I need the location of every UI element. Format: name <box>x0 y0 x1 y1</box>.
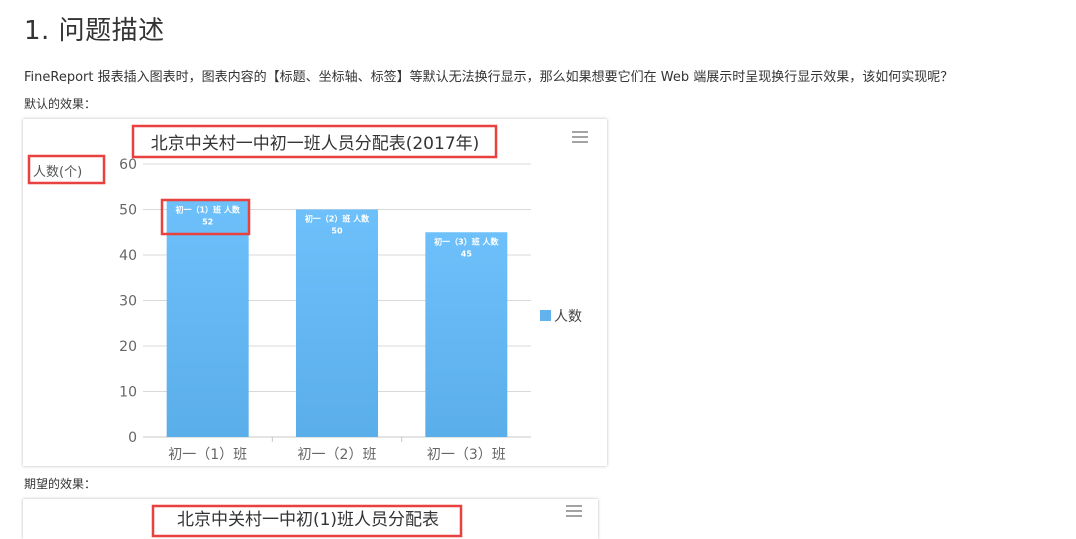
chart-title: 北京中关村一中初一班人员分配表(2017年) <box>151 134 480 154</box>
bar[interactable] <box>166 200 249 437</box>
bar[interactable] <box>296 209 378 438</box>
hamburger-menu-icon[interactable] <box>571 130 589 143</box>
legend-label: 人数 <box>554 309 582 325</box>
hamburger-menu-icon[interactable] <box>566 505 582 517</box>
x-tick-label: 初一（2）班 <box>298 446 377 463</box>
legend[interactable]: 人数 <box>540 309 582 325</box>
data-label-value: 50 <box>331 227 343 236</box>
y-tick-label: 60 <box>119 157 137 173</box>
default-chart-card: 0 10 20 30 40 50 60 初一（1）班 初一（2）班 初一（3）班 初一（1）班 … <box>23 119 607 466</box>
y-tick-label: 30 <box>119 294 137 310</box>
y-tick-label: 40 <box>119 248 137 264</box>
y-axis-label: 人数(个) <box>33 165 82 180</box>
default-bar-chart: 0 10 20 30 40 50 60 初一（1）班 初一（2）班 初一（3）班 初一（1）班 … <box>27 124 589 463</box>
section-heading: 1. 问题描述 <box>24 16 165 46</box>
y-tick-label: 10 <box>119 385 137 401</box>
expected-chart-title: 北京中关村一中初(1)班人员分配表 <box>177 510 439 530</box>
y-tick-label: 0 <box>128 430 137 446</box>
bar[interactable] <box>425 232 508 437</box>
data-label-value: 45 <box>461 249 473 258</box>
expected-bar-chart: 北京中关村一中初(1)班人员分配表 <box>151 504 582 538</box>
problem-description: FineReport 报表插入图表时，图表内容的【标题、坐标轴、标签】等默认无法… <box>24 70 954 85</box>
expected-chart-card: 北京中关村一中初(1)班人员分配表 <box>23 499 598 539</box>
x-tick-label: 初一（1）班 <box>168 446 247 463</box>
legend-swatch <box>540 310 551 321</box>
y-tick-label: 50 <box>119 203 137 219</box>
data-label-category: 初一（1）班 人数 <box>175 204 240 214</box>
data-label-value: 52 <box>202 217 213 226</box>
data-label-category: 初一（3）班 人数 <box>434 236 499 246</box>
y-tick-label: 20 <box>119 339 137 355</box>
data-label-category: 初一（2）班 人数 <box>305 214 370 224</box>
default-effect-label: 默认的效果： <box>24 97 97 111</box>
expected-effect-label: 期望的效果： <box>24 477 97 491</box>
x-tick-label: 初一（3）班 <box>427 446 506 463</box>
